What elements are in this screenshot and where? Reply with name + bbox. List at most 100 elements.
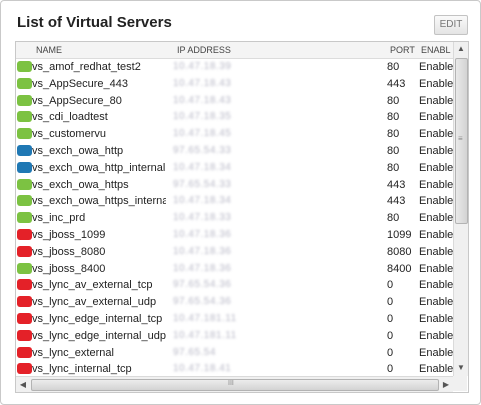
scroll-right-icon[interactable]: ▶ — [439, 377, 453, 392]
enabled-status: Enabled — [419, 77, 453, 90]
enabled-status: Enabled — [419, 279, 453, 292]
server-name: vs_lync_internal_tcp — [32, 363, 132, 376]
ip-address: 10.47.18.35 — [173, 111, 232, 123]
edit-button[interactable]: EDIT — [434, 15, 468, 35]
server-name: vs_customervu — [32, 128, 106, 141]
vertical-scrollbar[interactable]: ▲ ≡ ▼ — [453, 42, 468, 376]
enabled-status: Enabled — [419, 128, 453, 141]
status-indicator-icon — [17, 329, 32, 341]
table-row[interactable]: vs_jboss_8400 10.47.18.36 8400 Enabled — [16, 261, 453, 278]
horizontal-scroll-thumb[interactable]: III — [31, 379, 439, 391]
status-indicator-icon — [17, 363, 32, 375]
enabled-status: Enabled — [419, 178, 453, 191]
status-indicator-icon — [17, 262, 32, 274]
scroll-up-icon[interactable]: ▲ — [454, 42, 468, 56]
virtual-servers-panel: List of Virtual Servers EDIT NAME IP ADD… — [0, 0, 481, 405]
port: 8400 — [387, 262, 412, 275]
port: 0 — [387, 329, 394, 342]
server-name: vs_AppSecure_443 — [32, 77, 129, 90]
table-row[interactable]: vs_exch_owa_https 97.65.54.33 443 Enabled — [16, 177, 453, 194]
ip-address: 10.47.18.36 — [173, 245, 232, 257]
table-row[interactable]: vs_jboss_1099 10.47.18.36 1099 Enabled — [16, 227, 453, 244]
server-name: vs_jboss_8080 — [32, 245, 106, 258]
ip-address: 10.47.18.34 — [173, 161, 232, 173]
status-indicator-icon — [17, 245, 32, 257]
status-indicator-icon — [17, 128, 32, 140]
port: 1099 — [387, 228, 412, 241]
table-row[interactable]: vs_exch_owa_http 97.65.54.33 80 Enabled — [16, 143, 453, 160]
ip-address: 97.65.54.36 — [173, 279, 232, 291]
grip-icon: ≡ — [458, 134, 463, 143]
table-row[interactable]: vs_inc_prd 10.47.18.33 80 Enabled — [16, 210, 453, 227]
enabled-status: Enabled — [419, 111, 453, 124]
server-name: vs_lync_av_external_udp — [32, 296, 157, 309]
grip-icon: III — [228, 380, 234, 387]
table-row[interactable]: vs_amof_redhat_test2 10.47.18.39 80 Enabled — [16, 59, 453, 76]
port: 0 — [387, 363, 394, 376]
server-name: vs_exch_owa_http_internal — [32, 161, 166, 174]
table-row[interactable]: vs_lync_av_external_tcp 97.65.54.36 0 Enabl… — [16, 277, 453, 294]
scroll-down-icon[interactable]: ▼ — [454, 361, 468, 375]
port: 80 — [387, 161, 400, 174]
port: 0 — [387, 346, 394, 359]
ip-address: 10.47.18.36 — [173, 262, 232, 274]
ip-address: 97.65.54.33 — [173, 178, 232, 190]
port: 8080 — [387, 245, 412, 258]
enabled-status: Enabled — [419, 144, 453, 157]
table-row[interactable]: vs_lync_edge_internal_tcp 10.47.181.11 0 En… — [16, 311, 453, 328]
table-row[interactable]: vs_AppSecure_80 10.47.18.43 80 Enabled — [16, 93, 453, 110]
status-indicator-icon — [17, 296, 32, 308]
scroll-left-icon[interactable]: ◀ — [16, 377, 30, 392]
status-indicator-icon — [17, 111, 32, 123]
grid-body: vs_amof_redhat_test2 10.47.18.39 80 Enabled… — [16, 59, 453, 376]
status-indicator-icon — [17, 94, 32, 106]
vertical-scroll-thumb[interactable]: ≡ — [455, 58, 468, 224]
port: 80 — [387, 94, 400, 107]
column-header-port[interactable]: PORT — [390, 45, 415, 55]
table-row[interactable]: vs_lync_internal_tcp 10.47.18.41 0 Enabled — [16, 361, 453, 376]
port: 80 — [387, 61, 400, 73]
status-indicator-icon — [17, 312, 32, 324]
port: 443 — [387, 77, 406, 90]
column-header-ip[interactable]: IP ADDRESS — [177, 45, 231, 55]
horizontal-scrollbar[interactable]: ◀ III ▶ — [16, 376, 453, 392]
ip-address: 97.65.54 — [173, 346, 216, 358]
table-row[interactable]: vs_lync_external 97.65.54 0 Enabled — [16, 345, 453, 362]
table-row[interactable]: vs_exch_owa_https_internal 10.47.18.34 443… — [16, 193, 453, 210]
enabled-status: Enabled — [419, 228, 453, 241]
status-indicator-icon — [17, 161, 32, 173]
ip-address: 10.47.18.34 — [173, 195, 232, 207]
status-indicator-icon — [17, 61, 32, 72]
enabled-status: Enabled — [419, 94, 453, 107]
server-name: vs_jboss_1099 — [32, 228, 106, 241]
status-indicator-icon — [17, 144, 32, 156]
table-row[interactable]: vs_jboss_8080 10.47.18.36 8080 Enabled — [16, 244, 453, 261]
table-row[interactable]: vs_lync_edge_internal_udp 10.47.181.11 0 En… — [16, 328, 453, 345]
enabled-status: Enabled — [419, 195, 453, 208]
server-name: vs_lync_edge_internal_tcp — [32, 312, 163, 325]
status-indicator-icon — [17, 77, 32, 89]
enabled-status: Enabled — [419, 61, 453, 73]
table-row[interactable]: vs_cdi_loadtest 10.47.18.35 80 Enabled — [16, 109, 453, 126]
server-name: vs_exch_owa_http — [32, 144, 124, 157]
status-indicator-icon — [17, 212, 32, 224]
ip-address: 10.47.181.11 — [173, 329, 237, 341]
column-header-name[interactable]: NAME — [36, 45, 62, 55]
server-name: vs_amof_redhat_test2 — [32, 61, 141, 73]
port: 0 — [387, 296, 394, 309]
enabled-status: Enabled — [419, 212, 453, 225]
table-row[interactable]: vs_AppSecure_443 10.47.18.43 443 Enabled — [16, 76, 453, 93]
table-row[interactable]: vs_lync_av_external_udp 97.65.54.36 0 Enabl… — [16, 294, 453, 311]
enabled-status: Enabled — [419, 312, 453, 325]
enabled-status: Enabled — [419, 262, 453, 275]
ip-address: 10.47.181.11 — [173, 312, 237, 324]
ip-address: 10.47.18.39 — [173, 61, 232, 72]
status-indicator-icon — [17, 178, 32, 190]
table-row[interactable]: vs_customervu 10.47.18.45 80 Enabled — [16, 126, 453, 143]
port: 443 — [387, 178, 406, 191]
table-row[interactable]: vs_exch_owa_http_internal 10.47.18.34 80 En… — [16, 160, 453, 177]
status-indicator-icon — [17, 195, 32, 207]
server-name: vs_AppSecure_80 — [32, 94, 122, 107]
column-header-enabled[interactable]: ENABL — [421, 45, 453, 55]
enabled-status: Enabled — [419, 296, 453, 309]
